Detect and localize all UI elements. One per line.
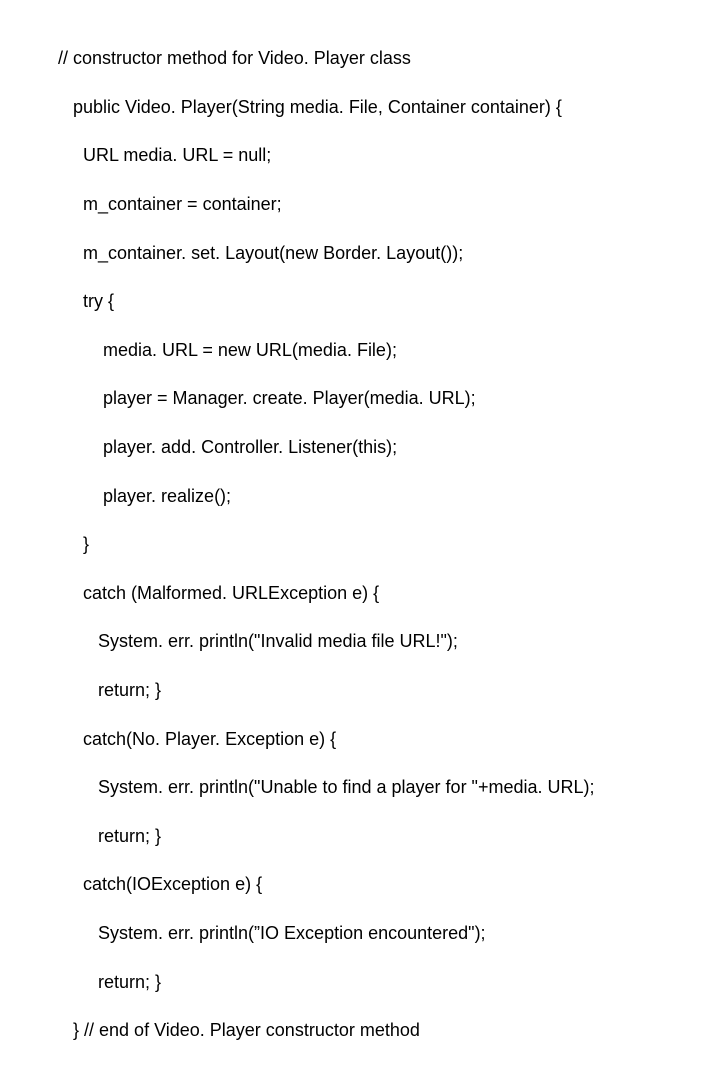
- code-line: player. add. Controller. Listener(this);: [58, 435, 720, 459]
- code-line: m_container = container;: [58, 192, 720, 216]
- code-line: return; }: [58, 970, 720, 994]
- code-line: player. realize();: [58, 484, 720, 508]
- code-line: media. URL = new URL(media. File);: [58, 338, 720, 362]
- code-line: // constructor method for Video. Player …: [58, 46, 720, 70]
- code-line: player = Manager. create. Player(media. …: [58, 386, 720, 410]
- code-line: catch (Malformed. URLException e) {: [58, 581, 720, 605]
- code-line: catch(No. Player. Exception e) {: [58, 727, 720, 751]
- code-line: System. err. println(”IO Exception encou…: [58, 921, 720, 945]
- code-block: // constructor method for Video. Player …: [0, 0, 720, 1067]
- code-line: m_container. set. Layout(new Border. Lay…: [58, 241, 720, 265]
- code-line: catch(IOException e) {: [58, 872, 720, 896]
- code-line: System. err. println("Unable to find a p…: [58, 775, 720, 799]
- code-line: return; }: [58, 824, 720, 848]
- code-line: }: [58, 532, 720, 556]
- code-line: public Video. Player(String media. File,…: [58, 95, 720, 119]
- code-line: URL media. URL = null;: [58, 143, 720, 167]
- code-line: return; }: [58, 678, 720, 702]
- code-line: System. err. println("Invalid media file…: [58, 629, 720, 653]
- code-line: } // end of Video. Player constructor me…: [58, 1018, 720, 1042]
- code-line: try {: [58, 289, 720, 313]
